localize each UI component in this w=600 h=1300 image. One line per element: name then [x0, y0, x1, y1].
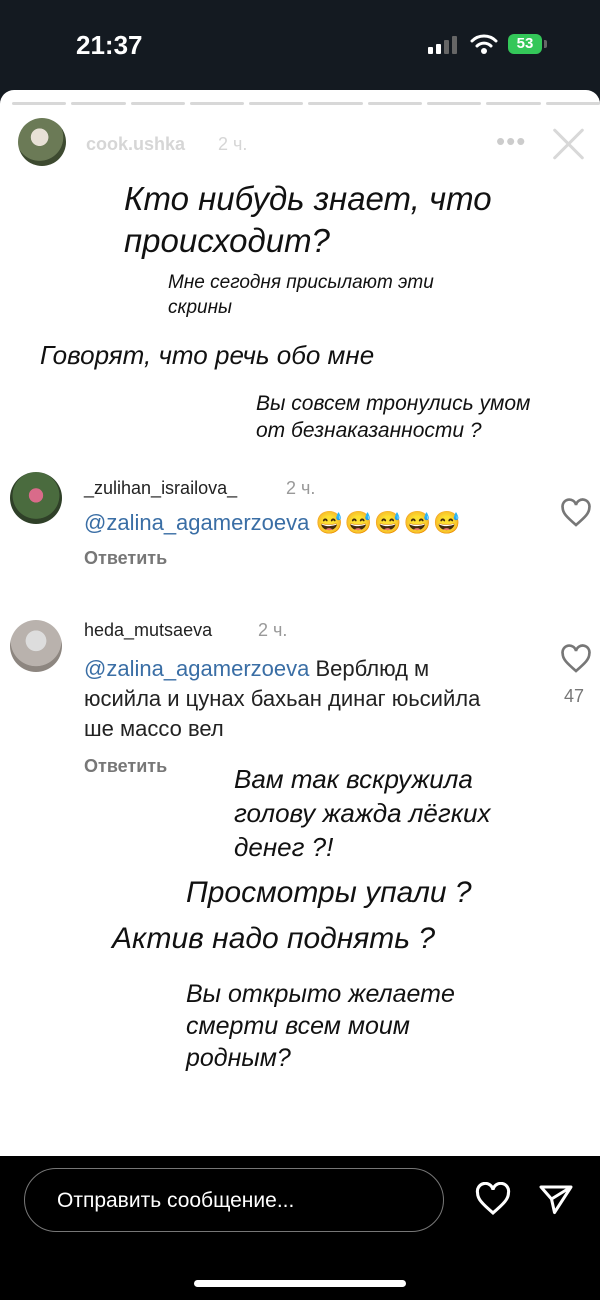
like-count: 47 [564, 686, 585, 706]
send-icon[interactable] [538, 1182, 574, 1216]
story-progress [12, 102, 600, 105]
story-text: Актив надо поднять ? [112, 922, 436, 955]
wifi-icon [470, 34, 498, 54]
comment-time: 2 ч. [286, 478, 316, 498]
comment-text: @zalina_agamerzoeva 😅😅😅😅😅 [84, 508, 544, 538]
home-indicator [194, 1280, 406, 1287]
comment-username[interactable]: heda_mutsaeva [84, 620, 212, 641]
close-icon[interactable] [550, 126, 586, 162]
story-text: Вам так вскружила голову жажда лёгких де… [234, 764, 491, 862]
reply-button[interactable]: Ответить [84, 756, 167, 777]
comment-text: @zalina_agamerzoeva Верблюд м юсийла и ц… [84, 654, 504, 744]
story-text: Просмотры упали ? [186, 876, 472, 909]
comment-mention[interactable]: @zalina_agamerzoeva [84, 510, 309, 535]
heart-icon[interactable] [560, 498, 592, 528]
story-text: Мне сегодня присылают эти скрины [168, 272, 434, 318]
avatar[interactable] [18, 118, 66, 166]
story-username[interactable]: cook.ushka [86, 134, 185, 155]
story-time: 2 ч. [218, 134, 248, 154]
story-text: Говорят, что речь обо мне [40, 340, 375, 370]
heart-icon[interactable] [474, 1182, 512, 1216]
battery-level: 53 [516, 35, 534, 52]
status-time: 21:37 [76, 30, 143, 60]
comment-avatar[interactable] [10, 472, 62, 524]
heart-icon[interactable] [560, 644, 592, 674]
reply-button[interactable]: Ответить [84, 548, 167, 569]
comment-username[interactable]: _zulihan_israilova_ [84, 478, 237, 499]
story-view[interactable]: cook.ushka 2 ч. ••• Кто нибудь знает, чт… [0, 90, 600, 1156]
reply-bar: Отправить сообщение... [0, 1156, 600, 1300]
message-input[interactable]: Отправить сообщение... [24, 1168, 444, 1232]
comment-avatar[interactable] [10, 620, 62, 672]
story-text: Вы открыто желаете смерти всем моим родн… [186, 980, 455, 1072]
comment-time: 2 ч. [258, 620, 288, 640]
comment-mention[interactable]: @zalina_agamerzoeva [84, 656, 309, 681]
message-placeholder: Отправить сообщение... [57, 1189, 295, 1212]
story-text: Кто нибудь знает, что происходит? [124, 180, 492, 259]
comment-emoji: 😅😅😅😅😅 [315, 510, 463, 535]
story-text: Вы совсем тронулись умом от безнаказанно… [256, 392, 531, 442]
battery-tip [544, 40, 547, 48]
battery-icon: 53 [508, 34, 542, 54]
status-bar: 21:37 53 [0, 0, 600, 90]
signal-icon [428, 36, 462, 54]
more-options-icon[interactable]: ••• [496, 126, 526, 157]
